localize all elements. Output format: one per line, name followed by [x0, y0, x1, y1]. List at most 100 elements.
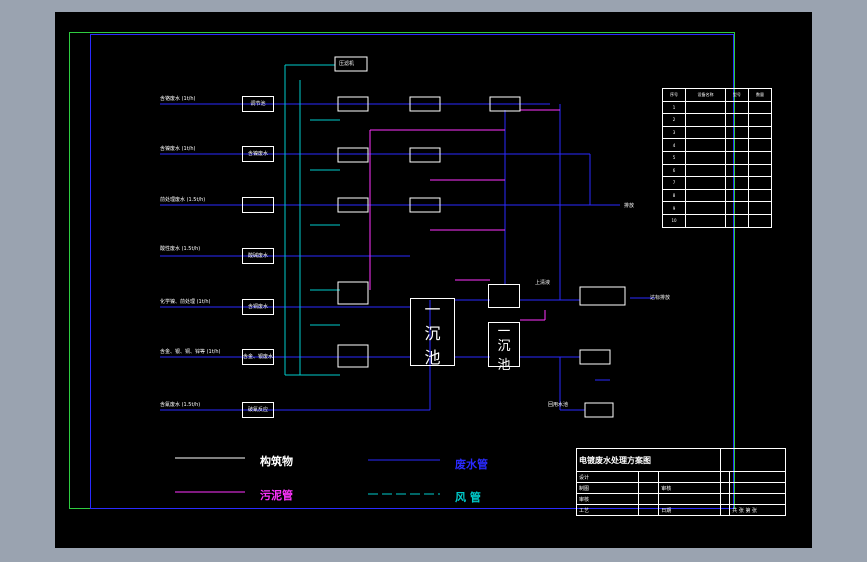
equipment-cell — [747, 213, 773, 228]
equipment-cell — [685, 188, 726, 203]
intermediate-tank — [488, 284, 520, 308]
equipment-cell: 2 — [661, 113, 687, 127]
equipment-cell — [724, 213, 749, 228]
basin-char: 沉 — [424, 324, 441, 343]
equipment-row: 6 — [661, 163, 773, 178]
equipment-cell — [747, 125, 773, 140]
equipment-cell: 数量 — [747, 88, 773, 102]
equipment-row: 4 — [661, 138, 773, 152]
title-cell: 工艺 — [576, 504, 639, 516]
discharge-label: 达标排放 — [650, 295, 671, 301]
treatment-box: 调节池 — [242, 96, 274, 112]
equipment-row: 9 — [661, 201, 773, 215]
equipment-row: 序号 设备名称 型号 数量 — [661, 88, 773, 102]
equipment-cell — [724, 125, 749, 140]
first-settling-basin: 一 沉 池 — [410, 298, 455, 367]
equipment-cell: 8 — [661, 188, 687, 203]
equipment-cell — [685, 125, 726, 140]
equipment-cell — [747, 113, 773, 127]
inflow-label: 酸性废水 (1.5t/h) — [160, 246, 201, 252]
output-right-label: 排放 — [624, 203, 635, 209]
title-cell: 制图 — [576, 482, 639, 494]
equipment-cell — [685, 150, 726, 165]
equipment-row: 2 — [661, 113, 773, 127]
reuse-label: 回用水池 — [548, 402, 569, 408]
inflow-label: 含镍废水 (1t/h) — [160, 146, 196, 152]
equipment-cell — [747, 176, 773, 190]
basin-char: 沉 — [497, 339, 511, 354]
equipment-cell — [747, 201, 773, 215]
title-cell: 审核 — [576, 493, 639, 505]
title-cell — [719, 471, 731, 483]
equipment-cell: 设备名称 — [685, 88, 726, 102]
top-right-box-label: 压滤机 — [339, 61, 355, 67]
equipment-cell — [747, 150, 773, 165]
equipment-table: 序号 设备名称 型号 数量 1 2 3 4 5 6 7 8 9 10 — [661, 88, 773, 228]
equipment-cell: 6 — [661, 163, 687, 178]
title-cell — [637, 482, 660, 494]
legend-sludge-pipe-label: 污泥管 — [260, 489, 293, 502]
equipment-cell: 4 — [661, 138, 687, 152]
equipment-cell — [747, 188, 773, 203]
inflow-label: 含氰废水 (1.5t/h) — [160, 402, 201, 408]
equipment-cell — [685, 176, 726, 190]
equipment-cell: 9 — [661, 201, 687, 215]
inflow-label: 化学镍、前处理 (1t/h) — [160, 299, 211, 305]
equipment-cell: 5 — [661, 150, 687, 165]
treatment-box: 酸碱废水 — [242, 248, 274, 264]
title-cell — [719, 504, 731, 516]
equipment-cell: 1 — [661, 100, 687, 115]
title-cell — [637, 493, 660, 505]
inflow-label: 含铬废水 (1t/h) — [160, 96, 196, 102]
basin-char: 一 — [424, 300, 441, 319]
title-cell — [729, 471, 786, 483]
title-cell — [729, 482, 786, 494]
treatment-box: 含铜废水 — [242, 299, 274, 315]
equipment-cell — [685, 213, 726, 228]
treatment-box: 含镍废水 — [242, 146, 274, 162]
equipment-cell: 7 — [661, 176, 687, 190]
equipment-cell: 3 — [661, 125, 687, 140]
equipment-cell — [685, 163, 726, 178]
equipment-cell — [747, 138, 773, 152]
inflow-label: 前处理废水 (1.5t/h) — [160, 197, 206, 203]
equipment-cell — [724, 150, 749, 165]
legend-water-pipe-label: 废水管 — [455, 458, 488, 471]
inflow-label: 含金、银、铜、锌等 (1t/h) — [160, 349, 221, 355]
title-cell — [719, 482, 731, 494]
second-settling-basin: 二 沉 池 — [488, 320, 520, 373]
title-block: 电镀废水处理方案图 设计 制图 审核 审核 工艺 日期 共 张 第 张 — [576, 448, 787, 516]
basin-char: 池 — [497, 358, 511, 373]
treatment-box — [242, 197, 274, 213]
equipment-row: 8 — [661, 188, 773, 203]
equipment-row: 10 — [661, 213, 773, 228]
equipment-cell — [685, 113, 726, 127]
title-cell — [637, 504, 660, 516]
title-empty-cell — [719, 448, 787, 472]
equipment-cell — [724, 201, 749, 215]
title-cell: 共 张 第 张 — [729, 504, 786, 516]
title-cell: 审核 — [658, 482, 721, 494]
title-cell — [719, 493, 731, 505]
title-cell: 设计 — [576, 471, 639, 483]
treatment-box: 含金、银废水 — [242, 349, 274, 365]
equipment-cell — [724, 188, 749, 203]
equipment-cell: 10 — [661, 213, 687, 228]
equipment-row: 5 — [661, 150, 773, 165]
drawing-title: 电镀废水处理方案图 — [576, 448, 721, 472]
title-cell — [658, 493, 721, 505]
equipment-cell: 序号 — [661, 88, 687, 102]
equipment-cell — [685, 138, 726, 152]
title-cell — [637, 471, 660, 483]
basin-char: 池 — [424, 348, 441, 367]
equipment-cell — [747, 100, 773, 115]
equipment-cell — [724, 138, 749, 152]
equipment-row: 3 — [661, 125, 773, 140]
equipment-row: 1 — [661, 100, 773, 115]
equipment-row: 7 — [661, 176, 773, 190]
equipment-cell: 型号 — [724, 88, 749, 102]
equipment-cell — [724, 176, 749, 190]
equipment-cell — [724, 163, 749, 178]
legend-structure-label: 构筑物 — [260, 455, 293, 468]
equipment-cell — [724, 113, 749, 127]
